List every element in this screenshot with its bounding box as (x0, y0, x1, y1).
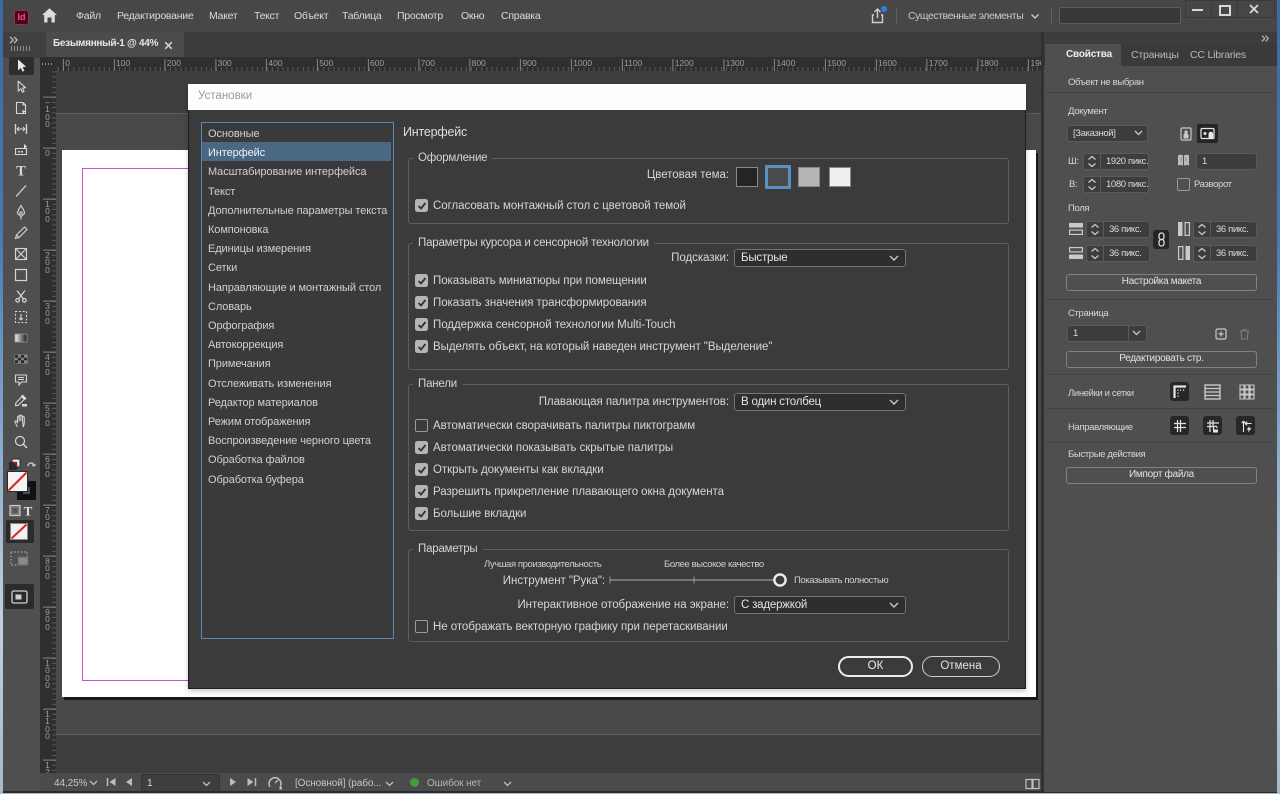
svg-text:T: T (24, 504, 33, 517)
svg-text:T: T (16, 163, 26, 178)
